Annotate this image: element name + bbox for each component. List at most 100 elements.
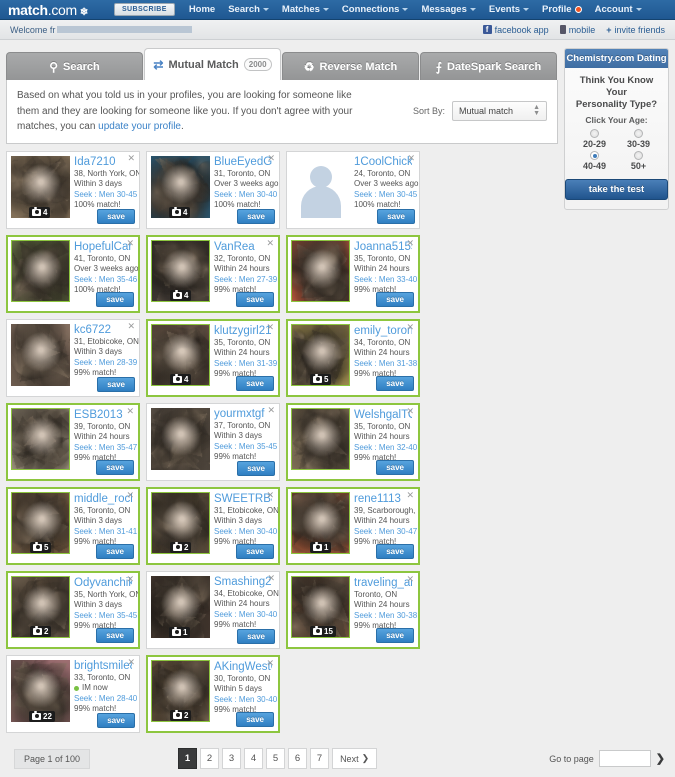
close-icon[interactable]: ✕: [126, 574, 134, 584]
close-icon[interactable]: ✕: [266, 658, 274, 668]
nav-item-events[interactable]: Events: [489, 4, 530, 15]
save-button[interactable]: save: [237, 460, 275, 476]
close-icon[interactable]: ✕: [127, 153, 135, 163]
goto-page-input[interactable]: [598, 750, 651, 767]
save-button[interactable]: save: [96, 459, 134, 475]
profile-card[interactable]: 4 klutzygirl21 35, Toronto, ON Within 24 ho…: [146, 318, 280, 397]
radio-button-icon[interactable]: [590, 129, 599, 138]
profile-card[interactable]: 2 AKingWestGirl30, Toronto, ONWithin 5 da…: [146, 654, 280, 733]
save-button[interactable]: save: [97, 376, 135, 392]
profile-card[interactable]: 5 emily_toronto34, Toronto, ONWithin 24 h…: [286, 318, 420, 397]
profile-card[interactable]: Joanna5155 35, Toronto, ON Within 24 hours…: [286, 234, 420, 313]
profile-card[interactable]: 22 brightsmile8...33, Toronto, ONIM nowSe…: [6, 654, 140, 733]
close-icon[interactable]: ✕: [126, 238, 134, 248]
save-button[interactable]: save: [96, 543, 134, 559]
profile-card[interactable]: WelshgalTO 35, Toronto, ON Within 24 hours…: [286, 402, 420, 481]
profile-card[interactable]: 1 Smashing21...34, Etobicoke, ONWithin 24…: [146, 570, 280, 649]
save-button[interactable]: save: [376, 627, 414, 643]
close-icon[interactable]: ✕: [406, 406, 414, 416]
close-icon[interactable]: ✕: [127, 321, 135, 331]
close-icon[interactable]: ✕: [406, 574, 414, 584]
close-icon[interactable]: ✕: [266, 238, 274, 248]
close-icon[interactable]: ✕: [127, 657, 135, 667]
profile-username[interactable]: klutzygirl21: [214, 325, 272, 338]
profile-username[interactable]: Odyvanchik...: [74, 577, 132, 590]
age-option-30-39[interactable]: 30-39: [620, 129, 658, 149]
im-now-status[interactable]: IM now: [74, 683, 135, 694]
profile-card[interactable]: 2 SWEETRB8231, Etobicoke, ONWithin 3 days…: [146, 486, 280, 565]
close-icon[interactable]: ✕: [266, 322, 274, 332]
save-button[interactable]: save: [236, 291, 274, 307]
profile-card[interactable]: 5 middle_rocks36, Toronto, ONWithin 3 day…: [6, 486, 140, 565]
profile-photo[interactable]: 4: [151, 323, 210, 386]
close-icon[interactable]: ✕: [126, 490, 134, 500]
nav-item-profile[interactable]: Profile: [542, 4, 582, 15]
save-button[interactable]: save: [236, 711, 274, 727]
profile-photo[interactable]: [11, 407, 70, 470]
profile-photo[interactable]: [291, 407, 350, 470]
save-button[interactable]: save: [97, 208, 135, 224]
profile-card[interactable]: ESB2013 39, Toronto, ON Within 24 hours See…: [6, 402, 140, 481]
save-button[interactable]: save: [97, 712, 135, 728]
close-icon[interactable]: ✕: [267, 573, 275, 583]
profile-photo[interactable]: [291, 239, 350, 302]
profile-photo[interactable]: 22: [11, 659, 70, 722]
update-profile-link[interactable]: update your profile: [98, 121, 181, 132]
save-button[interactable]: save: [376, 375, 414, 391]
tab-datespark-search[interactable]: ⨍ DateSpark Search: [420, 52, 557, 80]
save-button[interactable]: save: [96, 291, 134, 307]
profile-username[interactable]: Smashing21...: [214, 576, 272, 589]
radio-button-icon[interactable]: [634, 151, 643, 160]
profile-photo[interactable]: 5: [11, 491, 70, 554]
profile-photo[interactable]: 4: [151, 155, 210, 218]
page-link-4[interactable]: 4: [244, 748, 264, 769]
profile-card[interactable]: 4 BlueEyedGir...31, Toronto, ONOver 3 wee…: [146, 150, 280, 229]
page-link-6[interactable]: 6: [288, 748, 308, 769]
profile-card[interactable]: kc6722 31, Etobicoke, ON Within 3 days Seek…: [6, 318, 140, 397]
close-icon[interactable]: ✕: [407, 153, 415, 163]
close-icon[interactable]: ✕: [406, 490, 414, 500]
profile-username[interactable]: emily_toronto: [354, 325, 412, 338]
subscribe-button[interactable]: SUBSCRIBE: [113, 3, 175, 16]
profile-username[interactable]: BlueEyedGir...: [214, 156, 272, 169]
profile-username[interactable]: traveling_artist: [354, 577, 412, 590]
nav-item-search[interactable]: Search: [228, 4, 269, 15]
tab-search[interactable]: ⚲ Search: [6, 52, 143, 80]
profile-username[interactable]: SWEETRB82: [214, 493, 272, 506]
save-button[interactable]: save: [96, 627, 134, 643]
tab-mutual-match[interactable]: ⇄ Mutual Match 2000: [144, 48, 281, 80]
profile-photo[interactable]: 5: [291, 323, 350, 386]
profile-card[interactable]: 15 traveling_artistToronto, ONWithin 24 h…: [286, 570, 420, 649]
close-icon[interactable]: ✕: [126, 406, 134, 416]
profile-photo[interactable]: [291, 155, 350, 218]
take-the-test-button[interactable]: take the test: [565, 179, 668, 200]
goto-page-submit-icon[interactable]: ❯: [656, 752, 665, 765]
radio-button-icon[interactable]: [634, 129, 643, 138]
profile-photo[interactable]: [11, 323, 70, 386]
age-option-20-29[interactable]: 20-29: [576, 129, 614, 149]
save-button[interactable]: save: [237, 208, 275, 224]
profile-username[interactable]: Joanna5155: [354, 241, 412, 254]
site-logo[interactable]: match .com ❄: [8, 2, 88, 18]
nav-item-connections[interactable]: Connections: [342, 4, 409, 15]
profile-username[interactable]: Ida7210: [74, 156, 132, 169]
age-option-50+[interactable]: 50+: [620, 151, 658, 171]
profile-photo[interactable]: 1: [291, 491, 350, 554]
profile-username[interactable]: AKingWestGirl: [214, 661, 272, 674]
save-button[interactable]: save: [376, 543, 414, 559]
save-button[interactable]: save: [377, 208, 415, 224]
profile-username[interactable]: HopefulCarri...: [74, 241, 132, 254]
welcome-link-invite-friends[interactable]: + invite friends: [606, 25, 665, 35]
close-icon[interactable]: ✕: [406, 322, 414, 332]
radio-button-icon[interactable]: [590, 151, 599, 160]
page-link-1[interactable]: 1: [178, 748, 198, 769]
welcome-link-mobile[interactable]: mobile: [559, 25, 595, 35]
save-button[interactable]: save: [376, 459, 414, 475]
profile-username[interactable]: kc6722: [74, 324, 132, 337]
save-button[interactable]: save: [236, 543, 274, 559]
profile-card[interactable]: 4 VanRea 32, Toronto, ON Within 24 hours See…: [146, 234, 280, 313]
profile-photo[interactable]: 4: [151, 239, 210, 302]
close-icon[interactable]: ✕: [406, 238, 414, 248]
profile-username[interactable]: yourmxtgf: [214, 408, 272, 421]
sort-by-select[interactable]: Mutual match ▲ ▼: [452, 101, 547, 122]
